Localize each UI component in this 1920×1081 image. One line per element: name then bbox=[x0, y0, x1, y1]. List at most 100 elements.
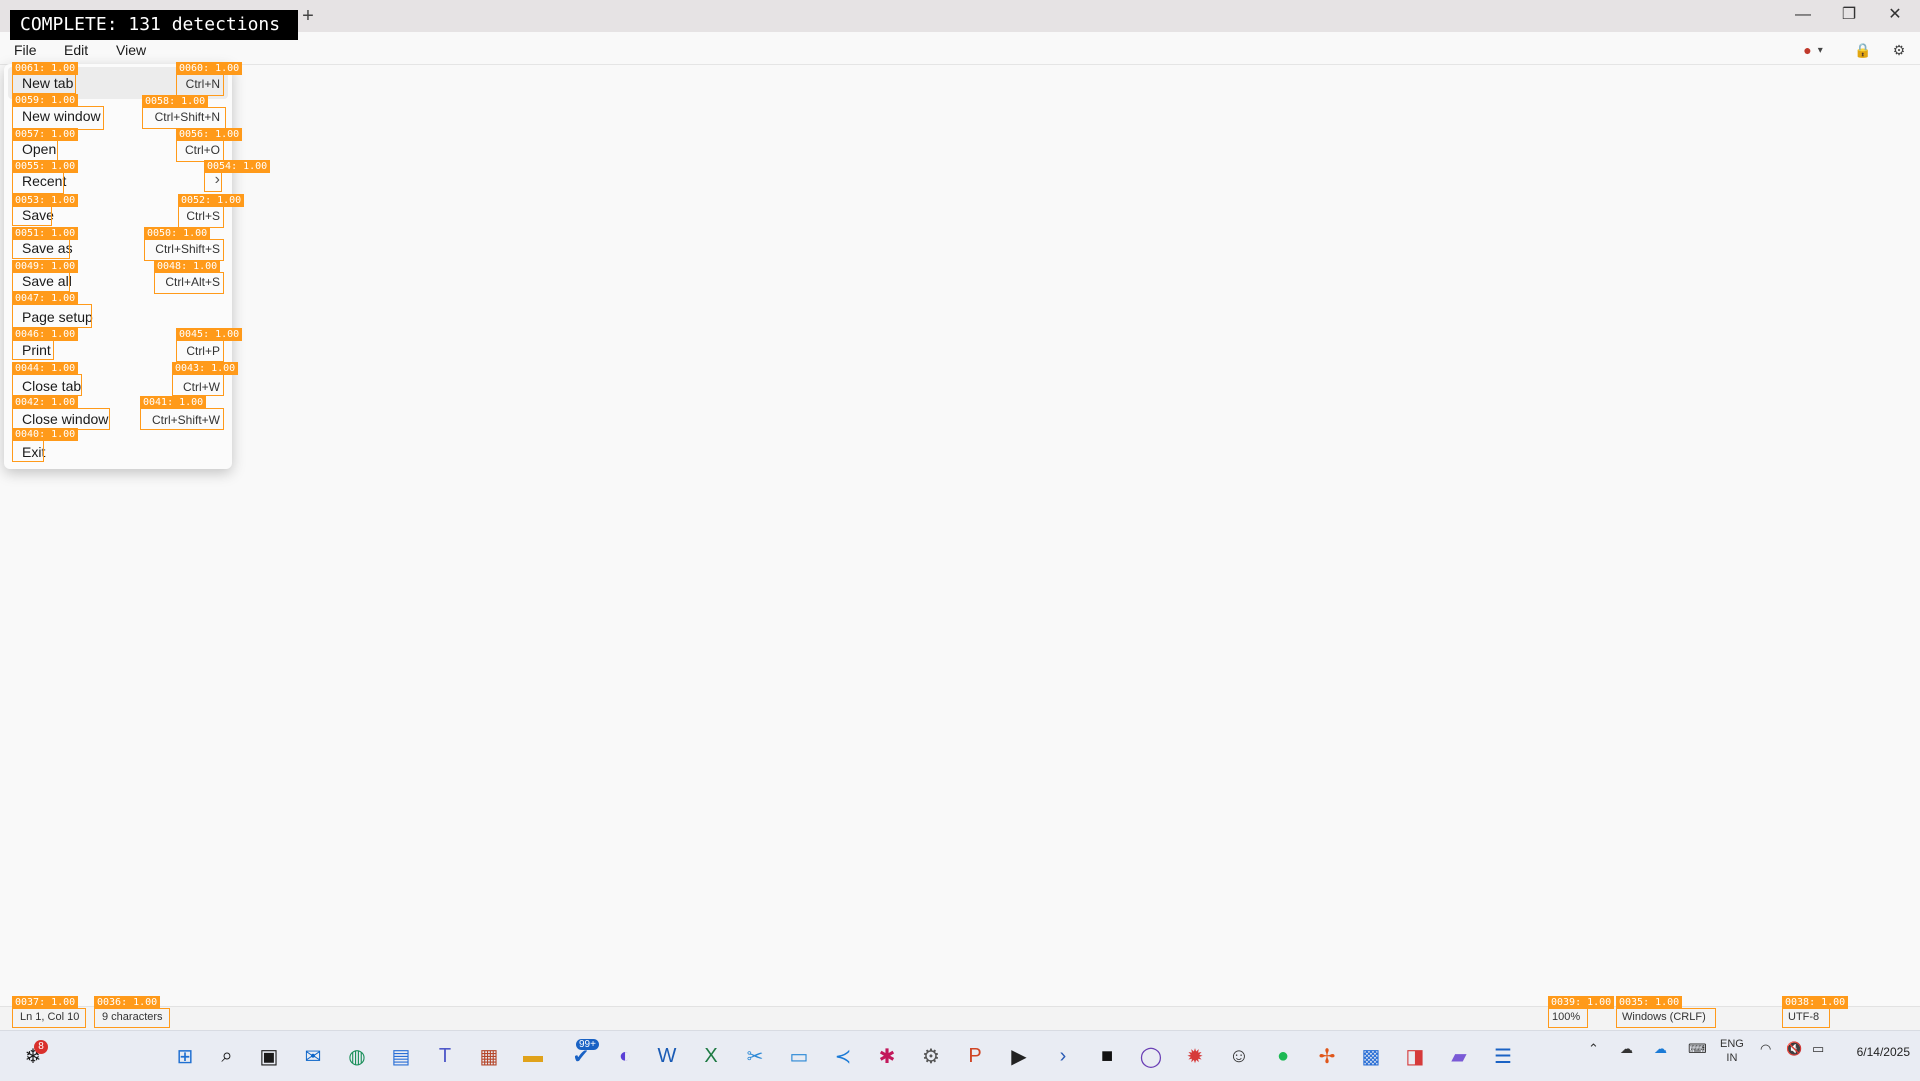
line-ending[interactable]: Windows (CRLF) bbox=[1622, 1011, 1706, 1023]
mail-badge: 99+ bbox=[576, 1039, 599, 1050]
settings-icon[interactable]: ⚙ bbox=[914, 1039, 948, 1073]
menu-item-new-tab[interactable]: New tab Ctrl+N bbox=[8, 67, 228, 99]
settings-button[interactable]: ⚙ bbox=[1884, 36, 1914, 64]
menu-item-open[interactable]: Open Ctrl+O bbox=[8, 133, 228, 165]
menu-item-label: Close window bbox=[22, 411, 109, 427]
close-button[interactable]: ✕ bbox=[1872, 0, 1918, 32]
taskbar: ❄ 8 ⊞ ⌕ ▣ ✉ ◍ ▤ T ▦ ▬ ✔ 99+ ◐ W X ✂ ▭ ≺ … bbox=[0, 1030, 1920, 1081]
zoom-level[interactable]: 100% bbox=[1552, 1011, 1580, 1023]
cursor-position[interactable]: Ln 1, Col 10 bbox=[20, 1011, 79, 1023]
date-display[interactable]: 6/14/2025 bbox=[1857, 1045, 1910, 1059]
remote-icon[interactable]: ▩ bbox=[1354, 1039, 1388, 1073]
menu-view[interactable]: View bbox=[110, 40, 152, 60]
menu-item-recent[interactable]: Recent › bbox=[8, 165, 228, 197]
file-menu-dropdown: New tab Ctrl+N New window Ctrl+Shift+N O… bbox=[4, 64, 232, 469]
menu-file[interactable]: File bbox=[8, 40, 43, 60]
menu-item-label: Save all bbox=[22, 273, 72, 289]
notification-badge: 8 bbox=[34, 1040, 48, 1054]
menu-item-label: New tab bbox=[22, 75, 74, 91]
terminal-icon[interactable]: ▶ bbox=[1002, 1039, 1036, 1073]
start-icon[interactable]: ⊞ bbox=[168, 1039, 202, 1073]
copilot-dropdown[interactable]: ● ▾ bbox=[1790, 36, 1836, 64]
file-explorer-icon[interactable]: ▣ bbox=[252, 1039, 286, 1073]
onedrive-icon[interactable]: ☁ bbox=[1654, 1041, 1667, 1057]
menu-item-label: Close tab bbox=[22, 378, 82, 394]
menu-item-label: Save as bbox=[22, 240, 73, 256]
menu-item-shortcut: Ctrl+Shift+S bbox=[155, 242, 220, 256]
vscode-icon[interactable]: ≺ bbox=[826, 1039, 860, 1073]
menu-item-shortcut: Ctrl+P bbox=[186, 344, 220, 358]
menu-item-label: New window bbox=[22, 108, 101, 124]
outlook-icon[interactable]: ✉ bbox=[296, 1039, 330, 1073]
calendar-icon[interactable]: ▦ bbox=[472, 1039, 506, 1073]
restore-button[interactable]: ❐ bbox=[1826, 0, 1872, 32]
menu-item-close-tab[interactable]: Close tab Ctrl+W bbox=[8, 370, 228, 402]
menu-item-shortcut: Ctrl+Shift+N bbox=[154, 110, 220, 124]
menu-item-page-setup[interactable]: Page setup bbox=[8, 301, 228, 333]
excel-icon[interactable]: X bbox=[694, 1039, 728, 1073]
app-icon[interactable]: ■ bbox=[1090, 1039, 1124, 1073]
menu-item-shortcut: Ctrl+Alt+S bbox=[165, 275, 220, 289]
store-icon[interactable]: ▤ bbox=[384, 1039, 418, 1073]
snipping-icon[interactable]: ✂ bbox=[738, 1039, 772, 1073]
word-icon[interactable]: W bbox=[650, 1039, 684, 1073]
wifi-icon[interactable]: ◠ bbox=[1760, 1041, 1771, 1057]
menu-item-shortcut: Ctrl+O bbox=[184, 143, 220, 157]
copilot-taskbar-icon[interactable]: ◐ bbox=[608, 1039, 642, 1073]
cloud-icon[interactable]: ☁ bbox=[1620, 1041, 1633, 1057]
menu-item-label: Page setup bbox=[22, 309, 93, 325]
menu-item-shortcut: Ctrl+S bbox=[186, 209, 220, 223]
detection-status-banner: COMPLETE: 131 detections bbox=[10, 10, 298, 40]
menu-item-label: Recent bbox=[22, 173, 67, 189]
volume-muted-icon[interactable]: 🔇 bbox=[1786, 1041, 1802, 1057]
menu-edit[interactable]: Edit bbox=[58, 40, 94, 60]
powerpoint-icon[interactable]: P bbox=[958, 1039, 992, 1073]
menu-item-shortcut: Ctrl+N bbox=[185, 77, 220, 91]
menu-item-shortcut: Ctrl+W bbox=[183, 380, 220, 394]
photos-icon[interactable]: ▭ bbox=[782, 1039, 816, 1073]
minimize-button[interactable]: — bbox=[1780, 0, 1826, 32]
language-indicator[interactable]: ENG IN bbox=[1720, 1037, 1744, 1065]
character-count: 9 characters bbox=[102, 1011, 163, 1023]
keyboard-icon[interactable]: ⌨ bbox=[1688, 1041, 1707, 1057]
spotify-icon[interactable]: ● bbox=[1266, 1039, 1300, 1073]
chevron-right-icon: › bbox=[214, 171, 220, 188]
menu-item-save-as[interactable]: Save as Ctrl+Shift+S bbox=[8, 232, 228, 264]
notepad-icon[interactable]: ☺ bbox=[1222, 1039, 1256, 1073]
new-tab-button[interactable]: + bbox=[296, 4, 320, 28]
files-icon[interactable]: ▰ bbox=[1442, 1039, 1476, 1073]
viewer-icon[interactable]: ◨ bbox=[1398, 1039, 1432, 1073]
menu-item-label: Exit bbox=[22, 444, 46, 460]
menu-item-label: Open bbox=[22, 141, 57, 157]
chrome-icon[interactable]: ✹ bbox=[1178, 1039, 1212, 1073]
account-button[interactable]: 🔒 bbox=[1848, 36, 1878, 64]
menu-item-close-window[interactable]: Close window Ctrl+Shift+W bbox=[8, 403, 228, 435]
copilot-icon: ● bbox=[1803, 42, 1812, 58]
folder-icon[interactable]: ▬ bbox=[516, 1039, 550, 1073]
menu-item-save[interactable]: Save Ctrl+S bbox=[8, 199, 228, 231]
battery-icon[interactable]: ▭ bbox=[1812, 1041, 1824, 1057]
pinwheel-icon[interactable]: ✢ bbox=[1310, 1039, 1344, 1073]
menu-item-exit[interactable]: Exit bbox=[8, 436, 228, 468]
menu-item-new-window[interactable]: New window Ctrl+Shift+N bbox=[8, 100, 228, 132]
github-icon[interactable]: ◯ bbox=[1134, 1039, 1168, 1073]
search-icon[interactable]: ⌕ bbox=[210, 1039, 244, 1073]
slack-icon[interactable]: ✱ bbox=[870, 1039, 904, 1073]
powershell-icon[interactable]: › bbox=[1046, 1039, 1080, 1073]
menu-item-shortcut: Ctrl+Shift+W bbox=[151, 413, 220, 427]
lock-icon: 🔒 bbox=[1854, 41, 1872, 58]
gear-icon: ⚙ bbox=[1892, 41, 1906, 58]
menu-item-print[interactable]: Print Ctrl+P bbox=[8, 334, 228, 366]
menu-item-save-all[interactable]: Save all Ctrl+Alt+S bbox=[8, 265, 228, 297]
menu-item-label: Print bbox=[22, 342, 51, 358]
edge-icon[interactable]: ◍ bbox=[340, 1039, 374, 1073]
region-code: IN bbox=[1726, 1052, 1738, 1064]
menu-item-label: Save bbox=[22, 207, 54, 223]
language-code: ENG bbox=[1720, 1038, 1744, 1050]
teams-icon[interactable]: T bbox=[428, 1039, 462, 1073]
chevron-down-icon: ▾ bbox=[1817, 44, 1823, 56]
encoding[interactable]: UTF-8 bbox=[1788, 1011, 1819, 1023]
notepad-active-icon[interactable]: ☰ bbox=[1486, 1039, 1520, 1073]
chevron-up-icon[interactable]: ⌃ bbox=[1588, 1041, 1599, 1057]
status-bar: Ln 1, Col 10 9 characters 100% Windows (… bbox=[0, 1006, 1920, 1031]
